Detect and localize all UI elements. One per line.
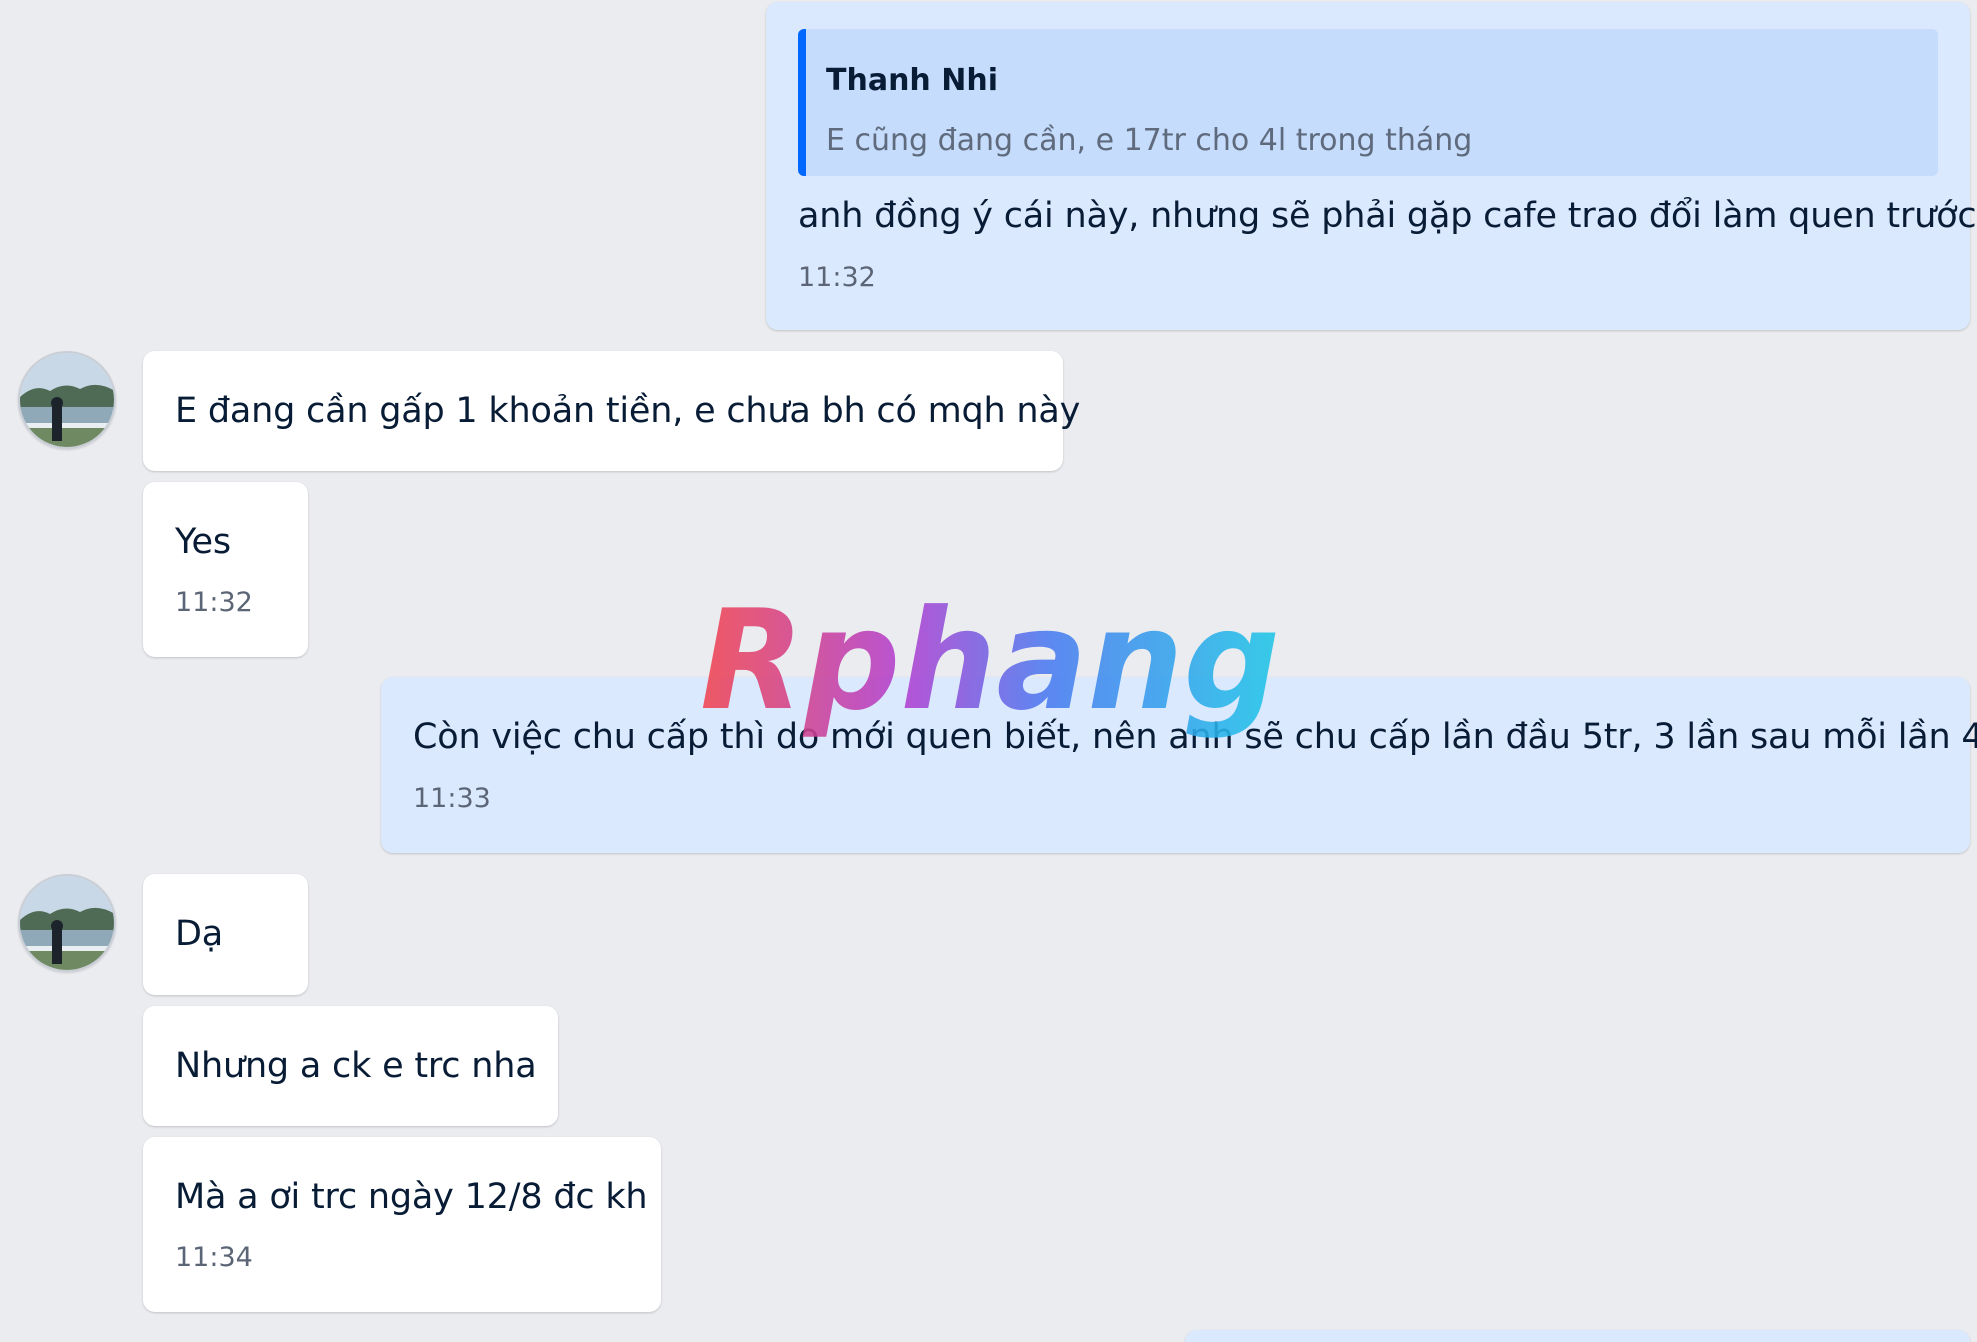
message-bubble-incoming[interactable]: Nhưng a ck e trc nha: [143, 1006, 558, 1126]
message-time: 11:33: [413, 783, 491, 814]
quoted-message-text: E cũng đang cần, e 17tr cho 4l trong thá…: [826, 123, 1473, 158]
message-bubble-incoming[interactable]: Yes 11:32: [143, 482, 308, 657]
quoted-message[interactable]: Thanh Nhi E cũng đang cần, e 17tr cho 4l…: [798, 29, 1938, 176]
avatar-photo: [20, 353, 114, 447]
message-time: 11:32: [798, 262, 876, 293]
message-bubble-outgoing[interactable]: Còn việc chu cấp thì do mới quen biết, n…: [381, 677, 1977, 853]
message-text: Mà a ơi trc ngày 12/8 đc kh: [175, 1177, 648, 1217]
message-text: Dạ: [175, 914, 223, 954]
contact-avatar[interactable]: [18, 874, 116, 972]
message-bubble-outgoing[interactable]: Thanh Nhi E cũng đang cần, e 17tr cho 4l…: [766, 2, 1977, 330]
message-time: 11:32: [175, 587, 253, 618]
message-text: anh đồng ý cái này, nhưng sẽ phải gặp ca…: [798, 196, 1977, 236]
chat-message-list[interactable]: Thanh Nhi E cũng đang cần, e 17tr cho 4l…: [0, 0, 1977, 1342]
message-text: Nhưng a ck e trc nha: [175, 1046, 537, 1086]
message-text: Còn việc chu cấp thì do mới quen biết, n…: [413, 717, 1977, 757]
message-bubble-incoming[interactable]: Dạ: [143, 874, 308, 995]
message-text: Yes: [175, 522, 231, 562]
message-bubble-incoming[interactable]: E đang cần gấp 1 khoản tiền, e chưa bh c…: [143, 351, 1080, 471]
contact-avatar[interactable]: [18, 351, 116, 449]
message-text: E đang cần gấp 1 khoản tiền, e chưa bh c…: [175, 391, 1081, 431]
quoted-sender-name: Thanh Nhi: [826, 63, 998, 98]
avatar-photo: [20, 876, 114, 970]
message-bubble-incoming[interactable]: Mà a ơi trc ngày 12/8 đc kh 11:34: [143, 1137, 661, 1312]
message-bubble-outgoing[interactable]: [1185, 1330, 1970, 1342]
message-time: 11:34: [175, 1242, 253, 1273]
